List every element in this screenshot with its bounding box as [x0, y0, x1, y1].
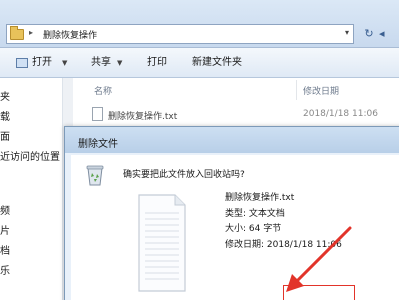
address-box[interactable]: ▸ 删除恢复操作 ▾ — [6, 24, 354, 44]
back-icon[interactable]: ◂ — [379, 25, 399, 43]
nav-item-documents[interactable]: 档 — [0, 242, 10, 257]
text-file-icon — [92, 107, 103, 121]
file-row[interactable]: 删除恢复操作.txt 2018/1/18 11:06 — [90, 104, 399, 126]
address-bar-area: ▸ 删除恢复操作 ▾ ↻ ◂ — [0, 0, 399, 48]
nav-item-favorites[interactable]: 夹 — [0, 88, 10, 103]
share-button[interactable]: 共享 — [91, 48, 111, 78]
dialog-title: 删除文件 — [78, 139, 118, 150]
print-button[interactable]: 打印 — [147, 48, 167, 78]
breadcrumb-arrow-icon[interactable]: ▸ — [29, 28, 33, 37]
nav-item-music[interactable]: 乐 — [0, 262, 10, 277]
confirm-yes-button-highlight[interactable] — [283, 285, 355, 300]
address-dropdown-icon[interactable]: ▾ — [345, 28, 349, 37]
breadcrumb[interactable]: 删除恢复操作 — [43, 28, 97, 41]
new-folder-button[interactable]: 新建文件夹 — [192, 48, 242, 78]
open-button[interactable]: 打开 — [32, 48, 52, 78]
open-icon[interactable] — [16, 58, 28, 68]
open-dropdown-icon[interactable]: ▼ — [62, 48, 67, 78]
share-dropdown-icon[interactable]: ▼ — [117, 48, 122, 78]
nav-item-desktop[interactable]: 面 — [0, 128, 10, 143]
dialog-question: 确实要把此文件放入回收站吗? — [123, 170, 245, 180]
command-toolbar: 打开 ▼ 共享 ▼ 打印 新建文件夹 — [0, 48, 399, 78]
refresh-icon[interactable]: ↻ — [359, 25, 379, 43]
info-modified: 修改日期: 2018/1/18 11:06 — [225, 239, 342, 250]
recycle-bin-icon — [86, 165, 104, 186]
dialog-body: 确实要把此文件放入回收站吗? 删除恢复操作.txt 类型: 文本文档 大小: 6… — [71, 155, 399, 300]
column-divider — [296, 80, 297, 100]
info-size: 大小: 64 字节 — [225, 224, 282, 234]
nav-item-recent-places[interactable]: 近访问的位置 — [0, 148, 60, 163]
file-row-name: 删除恢复操作.txt — [108, 112, 178, 122]
file-row-date: 2018/1/18 11:06 — [303, 109, 378, 119]
info-type: 类型: 文本文档 — [225, 208, 285, 219]
text-document-icon — [138, 194, 186, 292]
delete-file-dialog: 删除文件 确实要把此文件放入回收站吗? 删除恢复操作.txt 类型: 文本文档 … — [64, 126, 399, 300]
file-info: 删除恢复操作.txt 类型: 文本文档 大小: 64 字节 修改日期: 2018… — [225, 191, 342, 253]
nav-item-videos[interactable]: 频 — [0, 202, 10, 217]
nav-item-pictures[interactable]: 片 — [0, 222, 10, 237]
nav-item-downloads[interactable]: 载 — [0, 108, 10, 123]
folder-icon — [10, 26, 24, 40]
info-file-name: 删除恢复操作.txt — [225, 193, 295, 203]
dialog-titlebar[interactable]: 删除文件 — [65, 127, 399, 153]
column-header-name[interactable]: 名称 — [94, 84, 112, 97]
column-header-date[interactable]: 修改日期 — [303, 84, 339, 97]
